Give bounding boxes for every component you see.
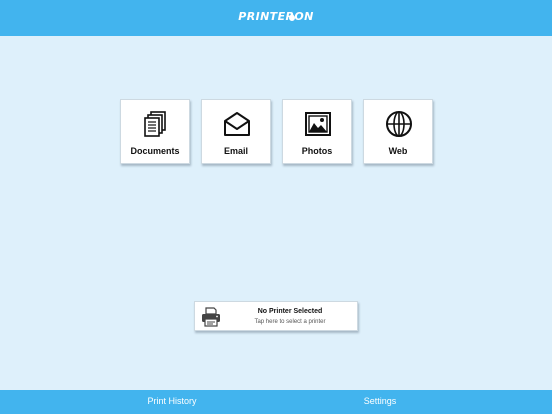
photo-icon	[305, 112, 331, 136]
envelope-icon	[224, 112, 250, 136]
documents-label: Documents	[130, 146, 180, 156]
web-tile[interactable]: Web	[363, 99, 433, 164]
source-tiles: Documents Email Photos Web	[120, 99, 434, 165]
printer-status-title: No Printer Selected	[257, 308, 323, 315]
photos-label: Photos	[301, 146, 333, 156]
web-label: Web	[388, 146, 408, 156]
photos-tile[interactable]: Photos	[282, 99, 352, 164]
email-tile[interactable]: Email	[201, 99, 271, 164]
email-label: Email	[223, 146, 248, 156]
printer-status-subtitle: Tap here to select a printer	[254, 319, 326, 325]
documents-icon	[144, 111, 166, 137]
printeron-logo: PRINTERON	[238, 10, 314, 23]
globe-icon	[386, 111, 412, 137]
select-printer-button[interactable]: No Printer Selected Tap here to select a…	[194, 301, 358, 331]
printer-icon	[202, 307, 220, 327]
documents-tile[interactable]: Documents	[120, 99, 190, 164]
settings-tab[interactable]: Settings	[300, 396, 460, 406]
bottom-tab-bar: Print History Settings	[0, 390, 552, 414]
top-bar: PRINTERON	[0, 0, 552, 36]
print-history-tab[interactable]: Print History	[92, 396, 252, 406]
logo-drop-icon	[289, 11, 295, 21]
app-window: PRINTERON Documents Email Photos Web No …	[0, 0, 552, 414]
